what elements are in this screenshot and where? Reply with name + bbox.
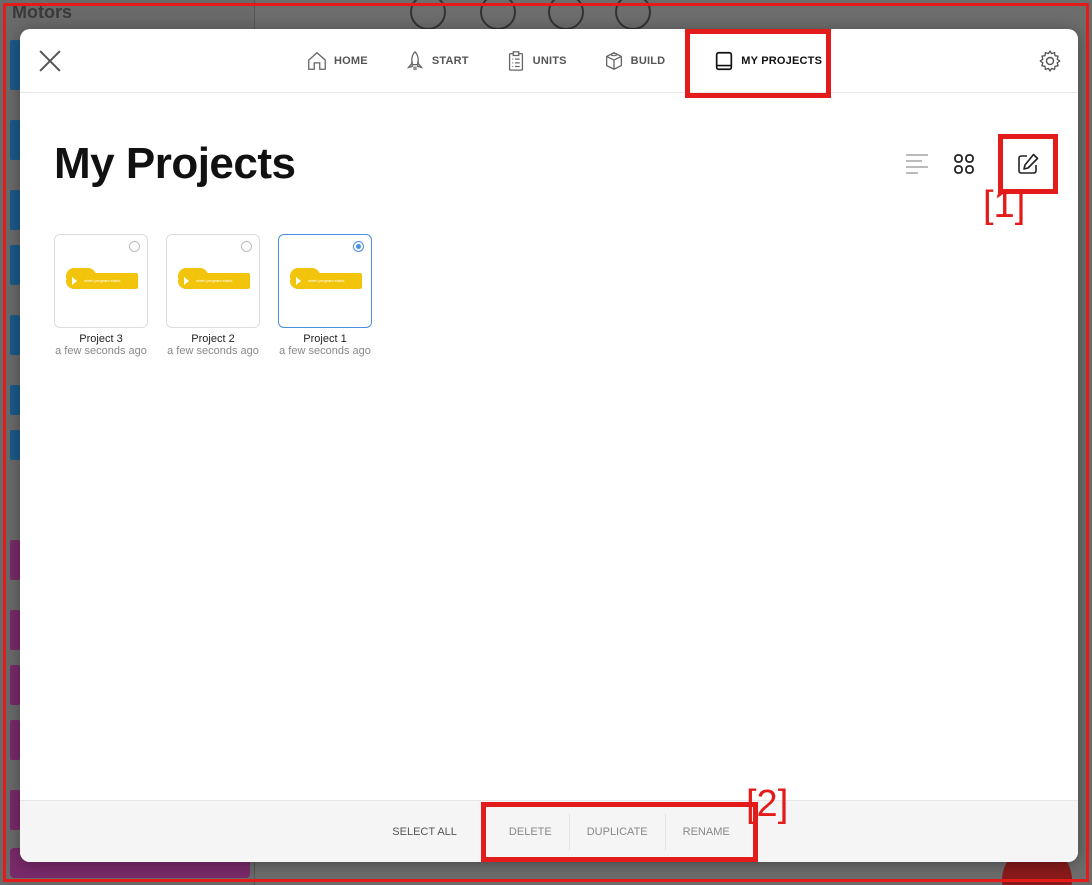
close-icon[interactable] <box>38 49 62 73</box>
project-thumbnail: when program starts <box>54 234 148 328</box>
port-icon <box>615 0 651 30</box>
project-time: a few seconds ago <box>279 345 371 357</box>
action-footer: SELECT ALL DELETE DUPLICATE RENAME <box>20 800 1078 862</box>
page-title: My Projects <box>54 139 296 188</box>
nav-my-projects-label: MY PROJECTS <box>741 55 823 67</box>
home-icon <box>308 51 326 70</box>
play-icon <box>296 277 301 285</box>
project-time: a few seconds ago <box>55 345 147 357</box>
background-block <box>10 40 20 90</box>
nav-home-label: HOME <box>334 55 368 67</box>
background-block <box>10 245 20 285</box>
background-block <box>10 720 20 760</box>
select-radio[interactable] <box>129 241 140 252</box>
modal-header: HOME START UNITS BUILD MY PROJECTS <box>20 29 1078 98</box>
start-block-preview: when program starts <box>178 268 250 289</box>
rocket-icon <box>406 50 423 71</box>
project-name: Project 3 <box>79 333 123 345</box>
rename-button[interactable]: RENAME <box>664 813 747 850</box>
delete-button[interactable]: DELETE <box>492 814 569 850</box>
nav-home[interactable]: HOME <box>288 29 386 93</box>
port-icon <box>480 0 516 30</box>
block-text: when program starts <box>196 278 233 283</box>
block-text: when program starts <box>84 278 121 283</box>
project-card[interactable]: when program starts Project 2 a few seco… <box>166 234 260 357</box>
nav-build[interactable]: BUILD <box>585 29 684 93</box>
edit-pencil-icon <box>1018 153 1039 174</box>
block-text: when program starts <box>308 278 345 283</box>
project-thumbnail: when program starts <box>166 234 260 328</box>
duplicate-button[interactable]: DUPLICATE <box>568 813 665 850</box>
nav-start[interactable]: START <box>386 29 487 93</box>
annotation-marker-2: [2] <box>746 783 789 825</box>
grid-view-icon[interactable] <box>952 152 976 176</box>
clipboard-list-icon <box>508 51 523 71</box>
view-toggles <box>906 134 1058 194</box>
action-group: DELETE DUPLICATE RENAME <box>480 801 758 862</box>
background-block <box>10 120 20 160</box>
project-thumbnail: when program starts <box>278 234 372 328</box>
book-icon <box>716 51 733 71</box>
start-block-preview: when program starts <box>290 268 362 289</box>
nav-my-projects[interactable]: MY PROJECTS <box>683 29 840 93</box>
background-block <box>10 190 20 230</box>
top-nav: HOME START UNITS BUILD MY PROJECTS <box>288 29 840 93</box>
project-name: Project 1 <box>303 333 347 345</box>
background-block <box>10 665 20 705</box>
select-radio[interactable] <box>353 241 364 252</box>
background-block <box>10 610 20 650</box>
annotation-marker-1: [1] <box>983 184 1026 226</box>
background-block <box>10 315 20 355</box>
project-card[interactable]: when program starts Project 1 a few seco… <box>278 234 372 357</box>
nav-start-label: START <box>431 55 469 67</box>
play-icon <box>72 277 77 285</box>
background-block <box>10 790 20 830</box>
nav-build-label: BUILD <box>630 55 666 67</box>
select-radio[interactable] <box>241 241 252 252</box>
background-sidebar-title: Motors <box>12 2 72 22</box>
project-card[interactable]: when program starts Project 3 a few seco… <box>54 234 148 357</box>
my-projects-modal: HOME START UNITS BUILD MY PROJECTS My Pr… <box>20 29 1078 862</box>
project-time: a few seconds ago <box>167 345 259 357</box>
background-block <box>10 540 20 580</box>
nav-units-label: UNITS <box>532 55 567 67</box>
list-view-icon[interactable] <box>906 151 932 177</box>
background-block <box>10 430 20 460</box>
port-icon <box>410 0 446 30</box>
cube-icon <box>605 52 622 70</box>
nav-units[interactable]: UNITS <box>487 29 585 93</box>
select-all-button[interactable]: SELECT ALL <box>378 826 471 838</box>
gear-icon[interactable] <box>1038 49 1062 73</box>
port-icon <box>548 0 584 30</box>
footer-inner: SELECT ALL DELETE DUPLICATE RENAME <box>378 801 758 862</box>
play-icon <box>184 277 189 285</box>
background-block <box>10 385 20 415</box>
start-block-preview: when program starts <box>66 268 138 289</box>
project-grid: when program starts Project 3 a few seco… <box>54 234 372 357</box>
project-name: Project 2 <box>191 333 235 345</box>
